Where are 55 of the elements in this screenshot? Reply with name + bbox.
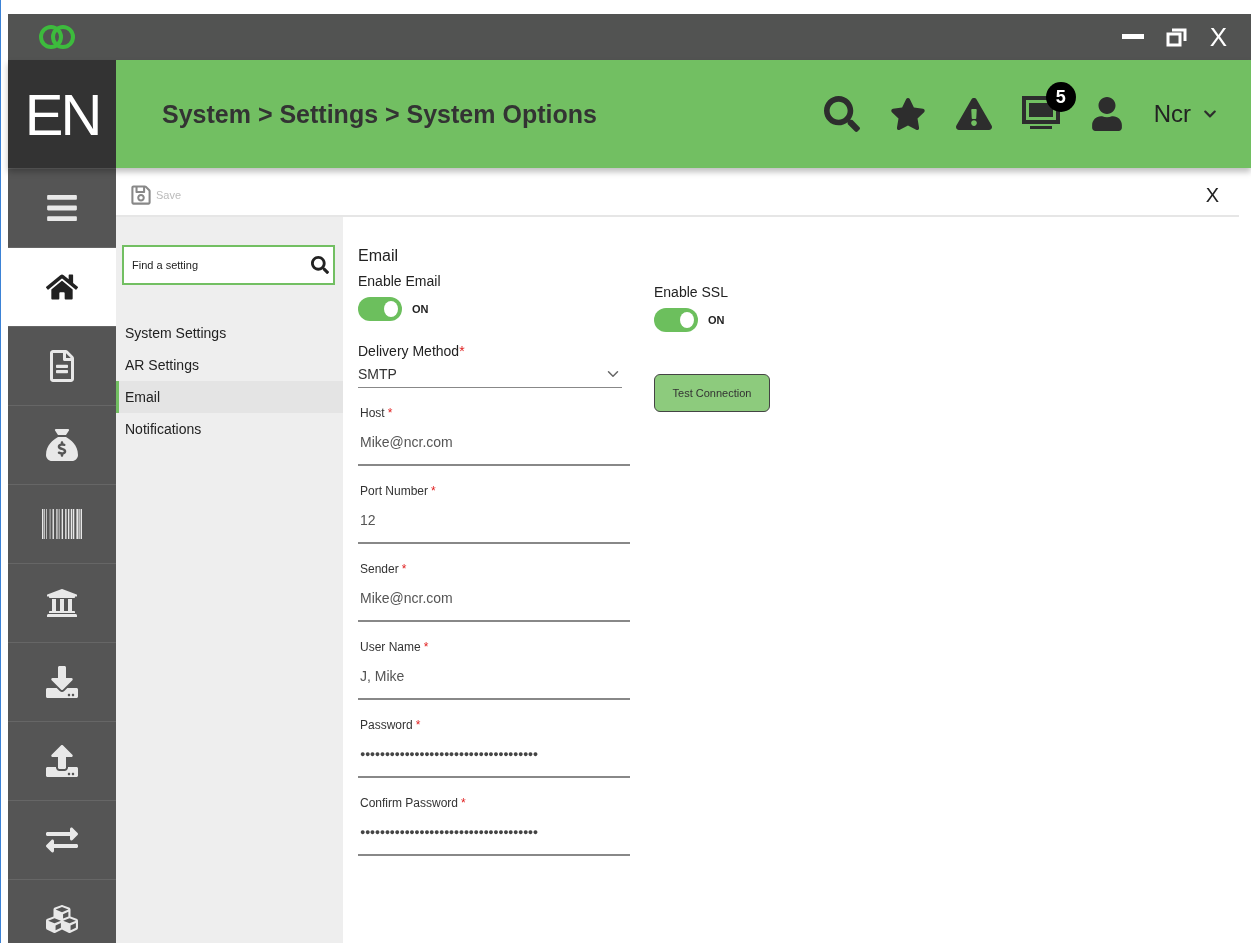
required-mark: * — [423, 640, 429, 654]
search-icon[interactable] — [311, 256, 329, 274]
warning-icon[interactable] — [955, 96, 992, 132]
search-icon[interactable] — [823, 96, 860, 132]
required-mark: * — [459, 343, 465, 359]
test-connection-button[interactable]: Test Connection — [654, 374, 770, 412]
input-field[interactable]: J, Mike — [358, 654, 630, 700]
field-label: Sender * — [359, 562, 408, 576]
cubes-icon[interactable] — [46, 903, 78, 935]
user-icon[interactable] — [1089, 97, 1124, 131]
close-button[interactable]: X — [1205, 183, 1219, 207]
toggle-label: Enable SSL — [654, 284, 729, 300]
notification-badge: 5 — [1045, 82, 1076, 112]
field-label: User Name * — [359, 640, 430, 654]
save-icon — [130, 184, 152, 206]
settings-nav-item[interactable]: Email — [116, 381, 343, 413]
toggle-state: ON — [708, 314, 725, 326]
logo-icon — [38, 24, 76, 50]
section-title: Email — [358, 247, 399, 265]
required-mark: * — [431, 484, 436, 498]
star-icon[interactable] — [889, 96, 926, 132]
delivery-method-select[interactable]: SMTP — [358, 361, 622, 388]
field-label: Delivery Method* — [358, 343, 466, 359]
required-mark: * — [401, 562, 407, 576]
toggle-state: ON — [412, 303, 429, 315]
toggle-switch[interactable] — [654, 308, 698, 332]
user-menu[interactable]: Ncr — [1153, 100, 1191, 128]
input-field[interactable]: ●●●●●●●●●●●●●●●●●●●●●●●●●●●●●●●●●●●● — [358, 732, 630, 778]
money-bag-icon[interactable] — [46, 429, 78, 461]
close-button[interactable]: X — [1209, 21, 1227, 53]
settings-nav-item[interactable]: AR Settings — [116, 349, 343, 381]
field-label: Host * — [359, 406, 394, 420]
breadcrumb: System > Settings > System Options — [162, 99, 598, 129]
bank-icon[interactable] — [46, 587, 78, 619]
settings-nav-item[interactable]: System Settings — [116, 317, 343, 349]
upload-icon[interactable] — [46, 745, 78, 777]
search-field[interactable]: Find a setting — [122, 245, 335, 285]
input-field[interactable]: 12 — [358, 498, 630, 544]
toggle-switch[interactable] — [358, 297, 402, 321]
field-label: Password * — [359, 718, 422, 732]
restore-icon[interactable] — [1165, 27, 1188, 47]
field-label: Confirm Password * — [359, 796, 467, 810]
input-field[interactable]: Mike@ncr.com — [358, 420, 630, 466]
required-mark: * — [387, 406, 393, 420]
input-field[interactable]: Mike@ncr.com — [358, 576, 630, 622]
required-mark: * — [415, 718, 421, 732]
download-icon[interactable] — [46, 666, 78, 698]
brand-logo: EN — [8, 60, 116, 168]
field-label: Port Number * — [359, 484, 437, 498]
toggle-label: Enable Email — [358, 273, 442, 289]
minimize-icon[interactable] — [1121, 34, 1144, 40]
settings-nav-item[interactable]: Notifications — [116, 413, 343, 445]
nav-item[interactable] — [8, 247, 116, 326]
input-field[interactable]: ●●●●●●●●●●●●●●●●●●●●●●●●●●●●●●●●●●●● — [358, 810, 630, 856]
required-mark: * — [461, 796, 466, 810]
